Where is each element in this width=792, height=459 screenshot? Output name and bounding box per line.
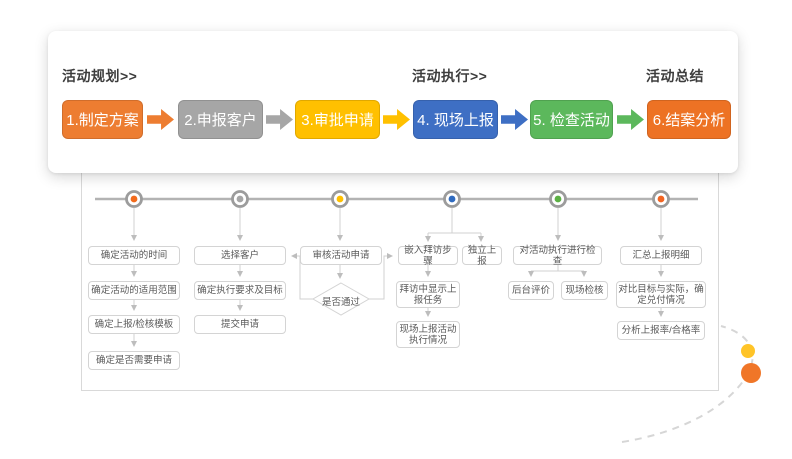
flow-box: 确定是否需要申请 [88, 351, 180, 370]
step-5-check-activity: 5. 检查活动 [530, 100, 613, 139]
arrow-right-icon [383, 109, 410, 130]
flow-box: 嵌入拜访步骤 [398, 245, 458, 267]
flow-box: 汇总上报明细 [620, 246, 702, 265]
flow-box: 后台评价 [508, 281, 554, 300]
flow-box: 确定执行要求及目标 [194, 281, 286, 300]
step-3-approve-request: 3.审批申请 [295, 100, 380, 139]
flow-box: 对比目标与实际，确定兑付情况 [616, 281, 706, 308]
flow-box: 拜访中显示上报任务 [396, 281, 460, 308]
flow-box: 审核活动申请 [300, 246, 382, 265]
step-2-declare-customer: 2.申报客户 [178, 100, 263, 139]
flow-box: 分析上报率/合格率 [617, 321, 705, 340]
section-label-summary: 活动总结 [646, 68, 704, 84]
flow-box: 独立上报 [462, 245, 502, 267]
arc-dot-large [741, 363, 761, 383]
flow-box: 确定活动的适用范围 [88, 281, 180, 300]
flow-box: 对活动执行进行检查 [513, 245, 602, 267]
flow-box: 选择客户 [194, 246, 286, 265]
flow-box: 现场检核 [561, 281, 608, 300]
arrow-right-icon [501, 109, 528, 130]
arrow-right-icon [617, 109, 644, 130]
decision-label: 是否通过 [321, 297, 360, 308]
arrow-right-icon [266, 109, 293, 130]
flow-box: 确定上报/检核模板 [88, 315, 180, 334]
activity-workflow-infographic: 确定活动的时间 确定活动的适用范围 确定上报/检核模板 确定是否需要申请 选择客… [0, 0, 792, 459]
flow-box: 现场上报活动执行情况 [396, 321, 460, 348]
arc-dot-small [741, 344, 755, 358]
section-label-execution: 活动执行>> [412, 68, 488, 84]
step-6-closing-analysis: 6.结案分析 [647, 100, 731, 139]
step-1-make-plan: 1.制定方案 [62, 100, 143, 139]
flow-box: 提交申请 [194, 315, 286, 334]
arrow-right-icon [147, 109, 174, 130]
process-header-card: 活动规划>> 活动执行>> 活动总结 1.制定方案 2.申报客户 3.审批申请 … [48, 31, 738, 173]
flow-box: 确定活动的时间 [88, 246, 180, 265]
decorative-arc [621, 325, 761, 443]
step-4-onsite-report: 4. 现场上报 [413, 100, 498, 139]
section-label-planning: 活动规划>> [62, 68, 138, 84]
